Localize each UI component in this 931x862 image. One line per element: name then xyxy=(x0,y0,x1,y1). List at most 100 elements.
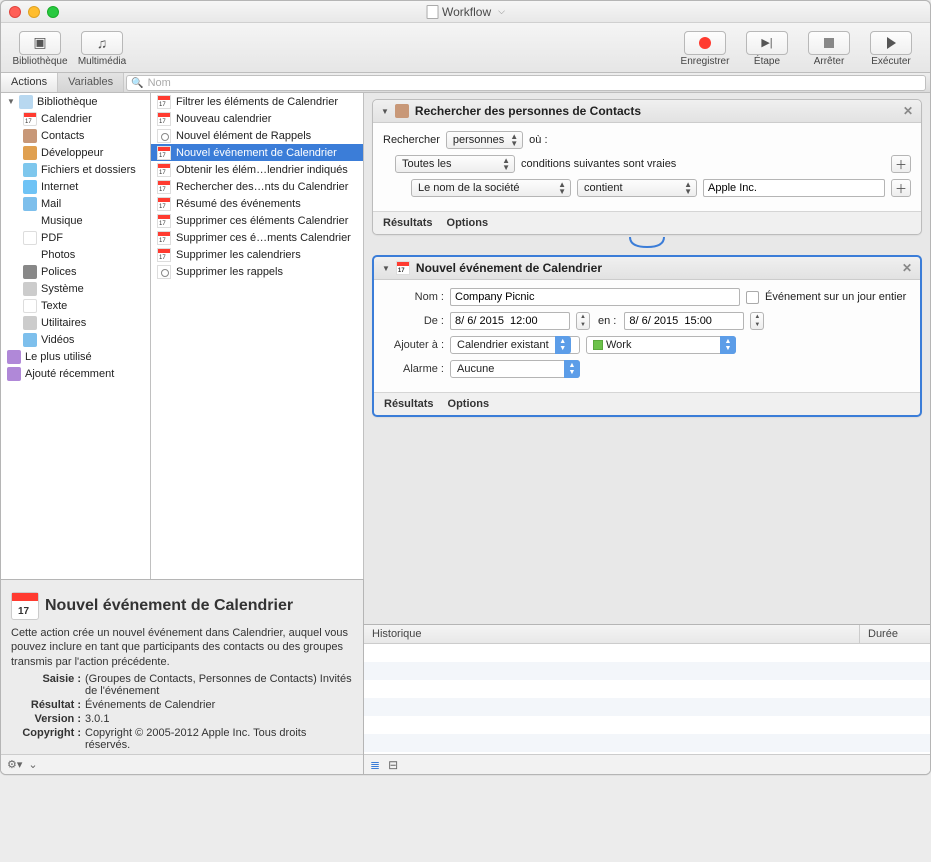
options-button[interactable]: Options xyxy=(448,398,490,410)
calendar-icon xyxy=(157,265,171,279)
sidebar-item-calendrier[interactable]: Calendrier xyxy=(1,110,150,127)
action-list-item[interactable]: Supprimer les rappels xyxy=(151,263,363,280)
name-label: Nom : xyxy=(384,291,444,303)
library-icon: ▣ xyxy=(33,34,46,51)
log-col-history[interactable]: Historique xyxy=(364,625,860,643)
polices-icon xyxy=(23,265,37,279)
action-header[interactable]: ▼ Nouvel événement de Calendrier ✕ xyxy=(374,257,920,280)
action-list-item[interactable]: Nouvel élément de Rappels xyxy=(151,127,363,144)
titlebar: Workflow ⌵ xyxy=(1,1,930,23)
workflow-scroll[interactable]: ▼ Rechercher des personnes de Contacts ✕… xyxy=(364,93,930,624)
results-button[interactable]: Résultats xyxy=(383,217,433,229)
media-button[interactable]: ♫ Multimédia xyxy=(71,31,133,67)
sidebar-item-systeme[interactable]: Système xyxy=(1,280,150,297)
sidebar-item-utilitaires[interactable]: Utilitaires xyxy=(1,314,150,331)
to-stepper[interactable]: ▲▼ xyxy=(750,312,764,330)
rule-field-select[interactable]: Le nom de la société ▲▼ xyxy=(411,179,571,197)
copyright-value: Copyright © 2005-2012 Apple Inc. Tous dr… xyxy=(85,727,353,751)
log-col-duration[interactable]: Durée xyxy=(860,625,930,643)
workflow-action-find-contacts[interactable]: ▼ Rechercher des personnes de Contacts ✕… xyxy=(372,99,922,235)
copyright-label: Copyright : xyxy=(11,727,81,751)
action-list-item[interactable]: Obtenir les élém…lendrier indiqués xyxy=(151,161,363,178)
workflow-action-new-event[interactable]: ▼ Nouvel événement de Calendrier ✕ Nom :… xyxy=(372,255,922,417)
version-value: 3.0.1 xyxy=(85,713,353,725)
tab-actions[interactable]: Actions xyxy=(1,73,58,92)
action-list-item[interactable]: Rechercher des…nts du Calendrier xyxy=(151,178,363,195)
workflow-area: ▼ Rechercher des personnes de Contacts ✕… xyxy=(364,93,930,774)
library-root[interactable]: ▼ Bibliothèque xyxy=(1,93,150,110)
sidebar-item-pdf[interactable]: PDF xyxy=(1,229,150,246)
run-button[interactable]: Exécuter xyxy=(860,31,922,67)
log-view-icon[interactable]: ≣ xyxy=(370,758,380,772)
close-icon[interactable]: ✕ xyxy=(902,261,912,275)
calendar-icon xyxy=(157,214,171,228)
search-input[interactable]: 🔍 Nom xyxy=(126,75,926,91)
zoom-icon[interactable] xyxy=(47,6,59,18)
alarm-select[interactable]: Aucune ▲▼ xyxy=(450,360,580,378)
disclosure-icon[interactable]: ▼ xyxy=(381,107,389,116)
addto-select[interactable]: Calendrier existant ▲▼ xyxy=(450,336,580,354)
smart-folder-icon xyxy=(7,367,21,381)
log-body[interactable] xyxy=(364,644,930,754)
disclosure-icon[interactable]: ▼ xyxy=(7,97,15,106)
sidebar-item-videos[interactable]: Vidéos xyxy=(1,331,150,348)
action-list-item[interactable]: Nouveau calendrier xyxy=(151,110,363,127)
to-date-input[interactable] xyxy=(624,312,744,330)
action-list-item[interactable]: Nouvel événement de Calendrier xyxy=(151,144,363,161)
minimize-icon[interactable] xyxy=(28,6,40,18)
sidebar-item-mostused[interactable]: Le plus utilisé xyxy=(1,348,150,365)
stop-button[interactable]: Arrêter xyxy=(798,31,860,67)
tab-variables[interactable]: Variables xyxy=(58,73,124,92)
sidebar-item-contacts[interactable]: Contacts xyxy=(1,127,150,144)
rule-op-select[interactable]: contient ▲▼ xyxy=(577,179,697,197)
rule-value-input[interactable] xyxy=(703,179,885,197)
record-button[interactable]: Enregistrer xyxy=(674,31,736,67)
close-icon[interactable] xyxy=(9,6,21,18)
calendar-icon xyxy=(11,592,39,620)
step-button[interactable]: ▶| Étape xyxy=(736,31,798,67)
sidebar-item-musique[interactable]: Musique xyxy=(1,212,150,229)
tab-row: Actions Variables 🔍 Nom xyxy=(1,73,930,93)
calendar-icon xyxy=(157,248,171,262)
from-date-input[interactable] xyxy=(450,312,570,330)
calendar-icon xyxy=(396,261,410,275)
action-list-item[interactable]: Supprimer les calendriers xyxy=(151,246,363,263)
collapse-icon[interactable]: ⌄ xyxy=(28,758,37,771)
allday-checkbox[interactable] xyxy=(746,291,759,304)
library-button[interactable]: ▣ Bibliothèque xyxy=(9,31,71,67)
sidebar-item-photos[interactable]: Photos xyxy=(1,246,150,263)
calendar-select[interactable]: Work ▲▼ xyxy=(586,336,736,354)
sidebar-item-mail[interactable]: Mail xyxy=(1,195,150,212)
action-header[interactable]: ▼ Rechercher des personnes de Contacts ✕ xyxy=(373,100,921,123)
developpeur-icon xyxy=(23,146,37,160)
sidebar-item-recent[interactable]: Ajouté récemment xyxy=(1,365,150,382)
action-list-item[interactable]: Filtrer les éléments de Calendrier xyxy=(151,93,363,110)
alarm-label: Alarme : xyxy=(384,363,444,375)
close-icon[interactable]: ✕ xyxy=(903,104,913,118)
add-condition-button[interactable]: ＋ xyxy=(891,155,911,173)
action-connector xyxy=(364,237,930,253)
scope-select[interactable]: Toutes les ▲▼ xyxy=(395,155,515,173)
sidebar-item-texte[interactable]: Texte xyxy=(1,297,150,314)
add-rule-button[interactable]: ＋ xyxy=(891,179,911,197)
description-body: Cette action crée un nouvel événement da… xyxy=(11,626,353,669)
search-type-select[interactable]: personnes ▲▼ xyxy=(446,131,523,149)
musique-icon xyxy=(23,214,37,228)
title-expand-icon[interactable]: ⌵ xyxy=(498,6,505,17)
results-button[interactable]: Résultats xyxy=(384,398,434,410)
from-stepper[interactable]: ▲▼ xyxy=(576,312,590,330)
log-table-icon[interactable]: ⊟ xyxy=(388,758,398,772)
gear-icon[interactable]: ⚙︎▾ xyxy=(7,758,22,771)
options-button[interactable]: Options xyxy=(447,217,489,229)
sidebar-item-developpeur[interactable]: Développeur xyxy=(1,144,150,161)
pdf-icon xyxy=(23,231,37,245)
sidebar-item-polices[interactable]: Polices xyxy=(1,263,150,280)
from-label: De : xyxy=(384,315,444,327)
action-list-item[interactable]: Supprimer ces é…ments Calendrier xyxy=(151,229,363,246)
sidebar-item-internet[interactable]: Internet xyxy=(1,178,150,195)
disclosure-icon[interactable]: ▼ xyxy=(382,264,390,273)
event-name-input[interactable] xyxy=(450,288,740,306)
sidebar-item-fichiers[interactable]: Fichiers et dossiers xyxy=(1,161,150,178)
action-list-item[interactable]: Résumé des événements xyxy=(151,195,363,212)
action-list-item[interactable]: Supprimer ces éléments Calendrier xyxy=(151,212,363,229)
